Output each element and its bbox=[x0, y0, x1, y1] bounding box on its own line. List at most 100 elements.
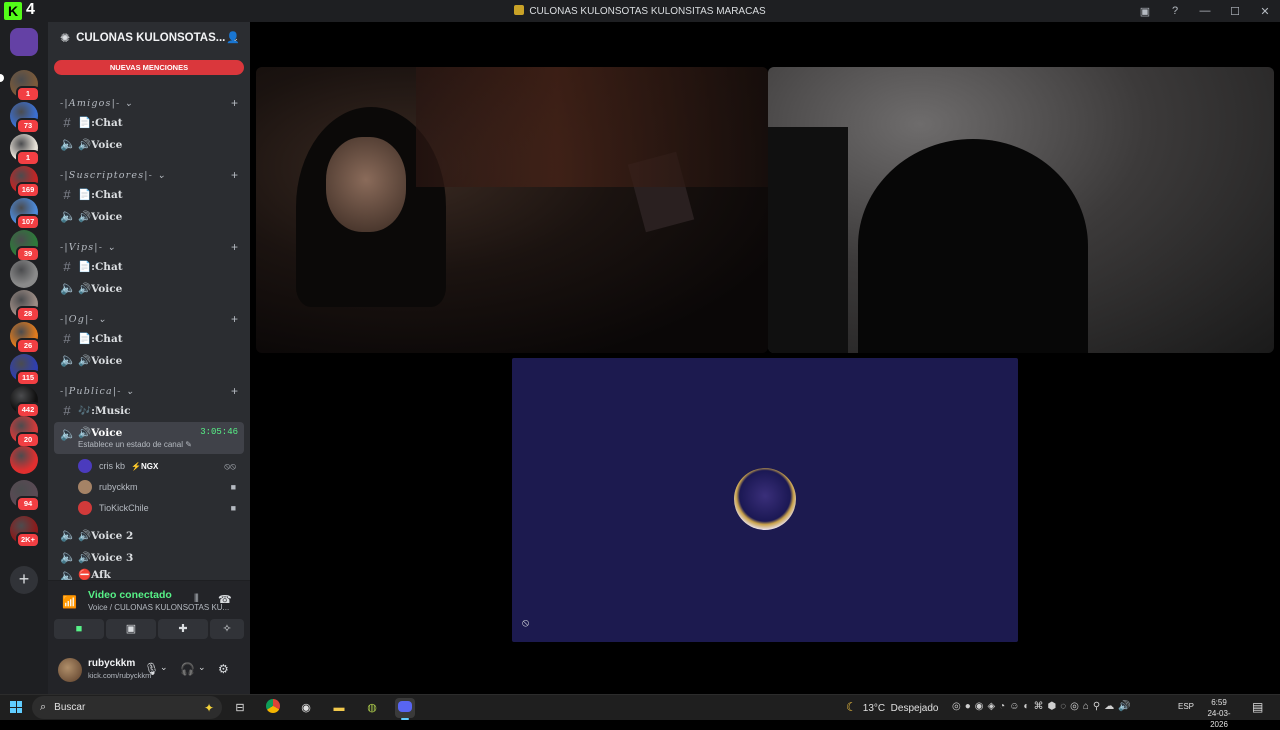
game-app-icon[interactable]: ◍ bbox=[362, 698, 382, 718]
windows-start-icon[interactable] bbox=[10, 701, 22, 713]
category-header[interactable]: -|Publica|- ⌄ bbox=[60, 386, 135, 397]
avatar bbox=[78, 480, 92, 494]
voice-channel[interactable]: 🔈 🔊Voice bbox=[54, 205, 244, 227]
file-explorer-icon[interactable]: ▬ bbox=[329, 698, 349, 718]
create-channel-icon[interactable]: + bbox=[231, 168, 238, 182]
server-icon[interactable] bbox=[10, 260, 38, 288]
channel-sidebar: ✺ CULONAS KULONSOTAS... ⌄ 👤 NUEVAS MENCI… bbox=[48, 22, 250, 694]
weather-text: Despejado bbox=[890, 703, 939, 714]
signal-icon[interactable]: 📶 bbox=[62, 595, 77, 609]
voice-user[interactable]: cris kb ⚡NGX ⦸⦸ bbox=[78, 456, 244, 476]
voice-user[interactable]: TioKickChile ■ bbox=[78, 498, 244, 518]
chevron-down-icon[interactable]: ⌄ bbox=[198, 662, 206, 673]
category-header[interactable]: -|Og|- ⌄ bbox=[60, 314, 107, 325]
server-gear-icon: ✺ bbox=[60, 31, 71, 45]
video-tile-webcam-2[interactable] bbox=[768, 67, 1274, 353]
avatar bbox=[78, 459, 92, 473]
weather-widget[interactable]: ☾ 13°C Despejado bbox=[846, 700, 938, 714]
discord-taskbar-icon[interactable] bbox=[395, 698, 415, 720]
avatar bbox=[78, 501, 92, 515]
channel-status-hint[interactable]: Establece un estado de canal ✎ bbox=[78, 440, 192, 449]
headphones-icon[interactable]: 🎧 bbox=[180, 662, 195, 676]
stream-logo-icon bbox=[734, 468, 796, 530]
taskbar-search[interactable]: ⌕ Buscar ✦ bbox=[32, 696, 222, 719]
channel-name: 🔊Voice 3 bbox=[78, 551, 134, 564]
language-indicator[interactable]: ESP bbox=[1178, 702, 1194, 711]
category-header[interactable]: -|Amigos|- ⌄ bbox=[60, 98, 134, 109]
server-mention-badge: 73 bbox=[16, 118, 40, 134]
channel-name: 🔊Voice bbox=[78, 138, 123, 151]
microphone-icon[interactable]: 🎙 bbox=[144, 662, 159, 676]
chrome-icon[interactable] bbox=[263, 698, 283, 718]
close-button[interactable]: ✕ bbox=[1250, 5, 1280, 18]
text-channel[interactable]: # 📄:Chat bbox=[54, 327, 244, 349]
notification-icon[interactable]: ▤ bbox=[1252, 700, 1263, 714]
face-shape bbox=[326, 137, 406, 232]
window-title-text: CULONAS KULONSOTAS KULONSITAS MARACAS bbox=[529, 6, 766, 17]
task-view-icon[interactable]: ⊟ bbox=[230, 698, 250, 718]
speaker-icon: 🔈 bbox=[60, 426, 77, 441]
voice-channel[interactable]: 🔈 ⛔Afk bbox=[54, 568, 244, 580]
voice-status-subtitle[interactable]: Voice / CULONAS KULONSOTAS KU... bbox=[88, 603, 236, 612]
add-server-button[interactable]: + bbox=[10, 566, 38, 594]
create-channel-icon[interactable]: + bbox=[231, 384, 238, 398]
moon-icon: ☾ bbox=[846, 700, 857, 714]
screen-share-tile[interactable]: ⦸ bbox=[512, 358, 1018, 642]
direct-messages-button[interactable] bbox=[10, 28, 38, 56]
text-channel[interactable]: # 📄:Chat bbox=[54, 255, 244, 277]
settings-gear-icon[interactable]: ⚙ bbox=[218, 662, 229, 676]
video-tile-webcam-1[interactable] bbox=[256, 67, 768, 353]
minimize-button[interactable]: — bbox=[1190, 5, 1220, 17]
chevron-down-icon: ⌄ bbox=[120, 98, 134, 109]
weather-temp: 13°C bbox=[862, 703, 886, 714]
server-icon[interactable] bbox=[10, 446, 38, 474]
obs-icon[interactable]: ◉ bbox=[296, 698, 316, 718]
dark-wall bbox=[768, 127, 848, 353]
voice-channel[interactable]: 🔈 🔊Voice bbox=[54, 133, 244, 155]
server-header[interactable]: ✺ CULONAS KULONSOTAS... ⌄ 👤 bbox=[48, 22, 250, 54]
server-mention-badge: 2K+ bbox=[16, 532, 40, 548]
help-icon[interactable]: ? bbox=[1160, 5, 1190, 17]
invite-people-icon[interactable]: 👤 bbox=[226, 31, 240, 44]
voice-channel[interactable]: 🔈 🔊Voice bbox=[54, 349, 244, 371]
create-channel-icon[interactable]: + bbox=[231, 312, 238, 326]
camera-icon: ■ bbox=[75, 623, 83, 635]
clock[interactable]: 6:59 24-03-2026 bbox=[1200, 697, 1238, 730]
copilot-sparkle-icon: ✦ bbox=[203, 700, 214, 715]
share-screen-button[interactable]: ▣ bbox=[106, 619, 156, 639]
speaker-icon: 🔈 bbox=[60, 136, 77, 151]
new-mentions-banner[interactable]: NUEVAS MENCIONES bbox=[54, 60, 244, 75]
chevron-down-icon[interactable]: ⌄ bbox=[160, 662, 168, 673]
system-tray[interactable]: ◎●◉◈◔☺◐⌘⬢◌◎⌂⚲☁🔊 bbox=[952, 701, 1135, 712]
speaker-icon: 🔈 bbox=[60, 527, 77, 542]
create-channel-icon[interactable]: + bbox=[231, 240, 238, 254]
create-channel-icon[interactable]: + bbox=[231, 96, 238, 110]
category-header[interactable]: -|Vips|- ⌄ bbox=[60, 242, 117, 253]
disconnect-icon[interactable]: ☎ bbox=[218, 593, 232, 606]
username: rubyckkm bbox=[88, 658, 136, 669]
text-channel[interactable]: # 📄:Chat bbox=[54, 111, 244, 133]
voice-channel[interactable]: 🔈 🔊Voice bbox=[54, 277, 244, 299]
noise-suppression-icon[interactable]: ⦀ bbox=[194, 593, 199, 606]
avatar[interactable] bbox=[58, 658, 82, 682]
hash-icon: # bbox=[63, 186, 71, 202]
channel-name: 🎶:Music bbox=[78, 404, 131, 417]
active-voice-channel[interactable]: 🔈 🔊Voice 3:05:46 Establece un estado de … bbox=[54, 422, 244, 454]
soundboard-button[interactable]: ✧ bbox=[210, 619, 244, 639]
server-mention-badge: 1 bbox=[16, 86, 40, 102]
server-name: CULONAS KULONSOTAS... bbox=[76, 32, 226, 44]
voice-channel[interactable]: 🔈 🔊Voice 2 bbox=[54, 524, 244, 546]
camera-button[interactable]: ■ bbox=[54, 619, 104, 639]
speaker-icon: 🔈 bbox=[60, 568, 77, 580]
no-audio-icon[interactable]: ⦸ bbox=[522, 617, 529, 630]
channel-name: 🔊Voice 2 bbox=[78, 529, 134, 542]
text-channel[interactable]: # 📄:Chat bbox=[54, 183, 244, 205]
voice-user-name: TioKickChile bbox=[99, 503, 149, 513]
text-channel[interactable]: # 🎶:Music bbox=[54, 399, 244, 421]
voice-channel[interactable]: 🔈 🔊Voice 3 bbox=[54, 546, 244, 568]
activities-button[interactable]: ✚ bbox=[158, 619, 208, 639]
maximize-button[interactable]: ☐ bbox=[1220, 5, 1250, 18]
voice-user[interactable]: rubyckkm ■ bbox=[78, 477, 244, 497]
inbox-icon[interactable]: ▣ bbox=[1130, 5, 1160, 18]
category-header[interactable]: -|Suscriptores|- ⌄ bbox=[60, 170, 166, 181]
